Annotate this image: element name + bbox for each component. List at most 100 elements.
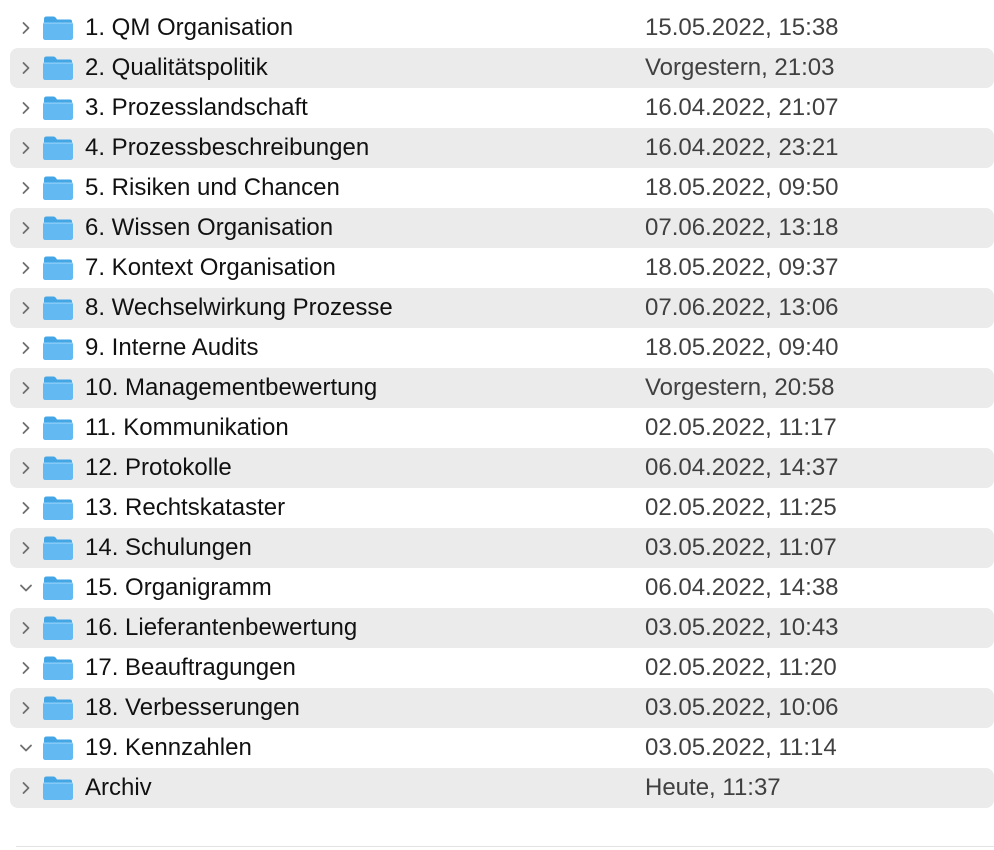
folder-row[interactable]: 12. Protokolle 06.04.2022, 14:37 — [10, 448, 994, 488]
modified-date: Heute, 11:37 — [645, 774, 781, 801]
folder-row[interactable]: 4. Prozessbeschreibungen 16.04.2022, 23:2… — [10, 128, 994, 168]
chevron-right-icon[interactable] — [16, 338, 36, 358]
folder-row[interactable]: 6. Wissen Organisation 07.06.2022, 13:18 — [10, 208, 994, 248]
modified-date: 03.05.2022, 11:07 — [645, 534, 837, 561]
folder-list: 1. QM Organisation 15.05.2022, 15:38 2. Qu… — [10, 8, 994, 808]
chevron-right-icon[interactable] — [16, 538, 36, 558]
chevron-down-icon[interactable] — [16, 578, 36, 598]
folder-row[interactable]: 11. Kommunikation 02.05.2022, 11:17 — [10, 408, 994, 448]
folder-row[interactable]: 1. QM Organisation 15.05.2022, 15:38 — [10, 8, 994, 48]
folder-icon — [42, 175, 74, 201]
folder-icon — [42, 495, 74, 521]
folder-row[interactable]: 16. Lieferantenbewertung 03.05.2022, 10:4… — [10, 608, 994, 648]
chevron-right-icon[interactable] — [16, 418, 36, 438]
folder-icon — [42, 135, 74, 161]
chevron-right-icon[interactable] — [16, 658, 36, 678]
folder-name: 12. Protokolle — [85, 454, 232, 481]
modified-date: 03.05.2022, 11:14 — [645, 734, 837, 761]
folder-row[interactable]: 17. Beauftragungen 02.05.2022, 11:20 — [10, 648, 994, 688]
folder-icon — [42, 95, 74, 121]
folder-name: 6. Wissen Organisation — [85, 214, 334, 241]
folder-icon — [42, 615, 74, 641]
folder-name: 9. Interne Audits — [85, 334, 259, 361]
folder-icon — [42, 335, 74, 361]
chevron-right-icon[interactable] — [16, 378, 36, 398]
folder-name: 15. Organigramm — [85, 574, 272, 601]
folder-name: 13. Rechtskataster — [85, 494, 286, 521]
folder-name: Archiv — [85, 774, 152, 801]
folder-icon — [42, 255, 74, 281]
chevron-right-icon[interactable] — [16, 298, 36, 318]
folder-name: 14. Schulungen — [85, 534, 252, 561]
modified-date: 02.05.2022, 11:25 — [645, 494, 837, 521]
folder-icon — [42, 415, 74, 441]
folder-row[interactable]: 7. Kontext Organisation 18.05.2022, 09:37 — [10, 248, 994, 288]
folder-icon — [42, 215, 74, 241]
folder-icon — [42, 775, 74, 801]
modified-date: 15.05.2022, 15:38 — [645, 14, 839, 41]
modified-date: 02.05.2022, 11:17 — [645, 414, 837, 441]
modified-date: 07.06.2022, 13:06 — [645, 294, 839, 321]
folder-icon — [42, 735, 74, 761]
folder-name: 11. Kommunikation — [85, 414, 289, 441]
folder-name: 1. QM Organisation — [85, 14, 294, 41]
folder-row[interactable]: 14. Schulungen 03.05.2022, 11:07 — [10, 528, 994, 568]
folder-icon — [42, 535, 74, 561]
folder-icon — [42, 575, 74, 601]
folder-row[interactable]: 10. Managementbewertung Vorgestern, 20:58 — [10, 368, 994, 408]
chevron-down-icon[interactable] — [16, 738, 36, 758]
folder-row[interactable]: 3. Prozesslandschaft 16.04.2022, 21:07 — [10, 88, 994, 128]
modified-date: 18.05.2022, 09:37 — [645, 254, 839, 281]
modified-date: Vorgestern, 21:03 — [645, 54, 835, 81]
modified-date: Vorgestern, 20:58 — [645, 374, 835, 401]
folder-icon — [42, 295, 74, 321]
modified-date: 06.04.2022, 14:38 — [645, 574, 839, 601]
folder-name: 7. Kontext Organisation — [85, 254, 336, 281]
modified-date: 18.05.2022, 09:50 — [645, 174, 839, 201]
chevron-right-icon[interactable] — [16, 498, 36, 518]
folder-icon — [42, 655, 74, 681]
list-bottom-divider — [16, 846, 994, 847]
folder-row[interactable]: 5. Risiken und Chancen 18.05.2022, 09:50 — [10, 168, 994, 208]
chevron-right-icon[interactable] — [16, 698, 36, 718]
folder-name: 3. Prozesslandschaft — [85, 94, 308, 121]
chevron-right-icon[interactable] — [16, 138, 36, 158]
chevron-right-icon[interactable] — [16, 58, 36, 78]
modified-date: 06.04.2022, 14:37 — [645, 454, 839, 481]
folder-name: 16. Lieferantenbewertung — [85, 614, 358, 641]
modified-date: 16.04.2022, 23:21 — [645, 134, 839, 161]
folder-row[interactable]: 15. Organigramm 06.04.2022, 14:38 — [10, 568, 994, 608]
folder-icon — [42, 55, 74, 81]
folder-name: 2. Qualitätspolitik — [85, 54, 268, 81]
folder-icon — [42, 15, 74, 41]
folder-row[interactable]: 13. Rechtskataster 02.05.2022, 11:25 — [10, 488, 994, 528]
folder-row[interactable]: 2. Qualitätspolitik Vorgestern, 21:03 — [10, 48, 994, 88]
folder-row[interactable]: 19. Kennzahlen 03.05.2022, 11:14 — [10, 728, 994, 768]
folder-name: 4. Prozessbeschreibungen — [85, 134, 370, 161]
modified-date: 18.05.2022, 09:40 — [645, 334, 839, 361]
folder-row[interactable]: Archiv Heute, 11:37 — [10, 768, 994, 808]
modified-date: 07.06.2022, 13:18 — [645, 214, 839, 241]
folder-row[interactable]: 18. Verbesserungen 03.05.2022, 10:06 — [10, 688, 994, 728]
modified-date: 02.05.2022, 11:20 — [645, 654, 837, 681]
folder-row[interactable]: 8. Wechselwirkung Prozesse 07.06.2022, 13… — [10, 288, 994, 328]
folder-icon — [42, 455, 74, 481]
folder-name: 5. Risiken und Chancen — [85, 174, 340, 201]
chevron-right-icon[interactable] — [16, 178, 36, 198]
chevron-right-icon[interactable] — [16, 18, 36, 38]
folder-name: 8. Wechselwirkung Prozesse — [85, 294, 393, 321]
chevron-right-icon[interactable] — [16, 258, 36, 278]
folder-icon — [42, 375, 74, 401]
folder-name: 17. Beauftragungen — [85, 654, 296, 681]
chevron-right-icon[interactable] — [16, 98, 36, 118]
folder-row[interactable]: 9. Interne Audits 18.05.2022, 09:40 — [10, 328, 994, 368]
folder-icon — [42, 695, 74, 721]
chevron-right-icon[interactable] — [16, 458, 36, 478]
chevron-right-icon[interactable] — [16, 218, 36, 238]
chevron-right-icon[interactable] — [16, 618, 36, 638]
folder-name: 10. Managementbewertung — [85, 374, 378, 401]
chevron-right-icon[interactable] — [16, 778, 36, 798]
folder-name: 18. Verbesserungen — [85, 694, 300, 721]
modified-date: 16.04.2022, 21:07 — [645, 94, 839, 121]
modified-date: 03.05.2022, 10:43 — [645, 614, 839, 641]
